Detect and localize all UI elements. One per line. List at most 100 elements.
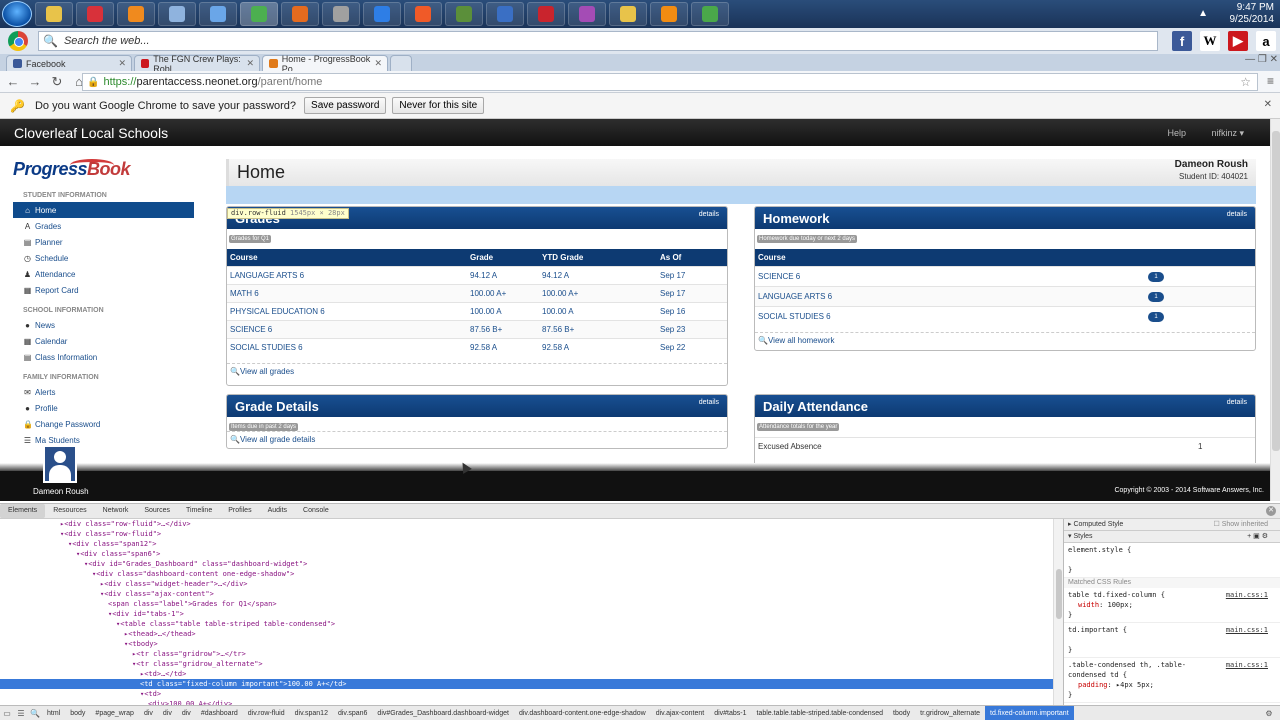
sidebar-item-news[interactable]: ● News	[13, 317, 194, 333]
breadcrumb-item[interactable]: html	[42, 710, 65, 717]
breadcrumb-item[interactable]: #page_wrap	[90, 710, 139, 717]
scrollbar-thumb[interactable]	[1056, 569, 1062, 619]
course-link[interactable]: SOCIAL STUDIES 6	[755, 306, 1145, 326]
roblox-taskbar-icon[interactable]	[76, 2, 114, 26]
devtools-tab-sources[interactable]: Sources	[136, 504, 178, 518]
rule-source-link[interactable]: main.css:1	[1226, 590, 1268, 600]
course-link[interactable]: SCIENCE 6	[755, 266, 1145, 287]
dom-node[interactable]: ▾<div id="tabs-1">	[0, 609, 1053, 619]
explorer-taskbar-icon[interactable]	[35, 2, 73, 26]
column-header[interactable]: Grade	[467, 249, 539, 267]
tab-progressbook[interactable]: Home - ProgressBook Po ✕	[262, 54, 388, 74]
dom-tree[interactable]: ▸<div class="row-fluid">…</div> ▾<div cla…	[0, 519, 1053, 705]
devtools-tab-timeline[interactable]: Timeline	[178, 504, 220, 518]
sidebar-item-schedule[interactable]: ◷ Schedule	[13, 250, 194, 266]
sidebar-item-calendar[interactable]: ▦ Calendar	[13, 333, 194, 349]
breadcrumb-item[interactable]: div#Grades_Dashboard.dashboard-widget	[372, 710, 514, 717]
rule-source-link[interactable]: main.css:1	[1226, 660, 1268, 670]
tab-youtube[interactable]: The FGN Crew Plays: Robl ✕	[134, 54, 260, 74]
dom-node[interactable]: <span class="label">Grades for Q1</span>	[0, 599, 1053, 609]
column-header[interactable]: YTD Grade	[539, 249, 657, 267]
css-rule[interactable]: table td.fixed-column { main.css:1 width…	[1064, 588, 1280, 623]
breadcrumb-item[interactable]: #dashboard	[196, 710, 243, 717]
breadcrumb-item[interactable]: tr.gridrow_alternate	[915, 710, 985, 717]
dom-node[interactable]: ▾<div id="Grades_Dashboard" class="dashb…	[0, 559, 1053, 569]
dom-node[interactable]: ▾<tr class="gridrow_alternate">	[0, 659, 1053, 669]
sidebar-item-planner[interactable]: ▤ Planner	[13, 234, 194, 250]
column-header[interactable]: As Of	[657, 249, 727, 267]
media-taskbar-icon[interactable]	[117, 2, 155, 26]
show-inherited-checkbox[interactable]: ☐ Show inherited	[1213, 519, 1268, 531]
breadcrumb-item[interactable]: tbody	[888, 710, 915, 717]
breadcrumb-item[interactable]: div.dashboard-content.one-edge-shadow	[514, 710, 651, 717]
add-rule-icon[interactable]: + ▣ ⚙	[1247, 531, 1268, 543]
breadcrumb-item[interactable]: div.span6	[333, 710, 372, 717]
sidebar-item-grades[interactable]: A Grades	[13, 218, 194, 234]
devtools-tab-profiles[interactable]: Profiles	[220, 504, 259, 518]
rule-source-link[interactable]: main.css:1	[1226, 625, 1268, 635]
course-link[interactable]: MATH 6	[227, 284, 467, 303]
close-infobar-icon[interactable]: ✕	[1264, 99, 1272, 110]
course-link[interactable]: SCIENCE 6	[227, 320, 467, 339]
sidebar-item-alerts[interactable]: ✉ Alerts	[13, 384, 194, 400]
orange-taskbar-icon[interactable]	[650, 2, 688, 26]
view-all-grade-details-link[interactable]: 🔍View all grade details	[227, 431, 727, 447]
dom-node[interactable]: <td class="fixed-column important">100.0…	[0, 679, 1053, 689]
ie-taskbar-icon[interactable]	[363, 2, 401, 26]
breadcrumb-item[interactable]: div.ajax-content	[651, 710, 710, 717]
breadcrumb-item[interactable]: table.table.table-striped.table-condense…	[752, 710, 888, 717]
page-scrollbar[interactable]	[1270, 119, 1280, 501]
course-link[interactable]: LANGUAGE ARTS 6	[227, 266, 467, 285]
dock-icon[interactable]: ☰	[14, 709, 28, 718]
forward-icon[interactable]: →	[26, 74, 44, 89]
tool-taskbar-icon[interactable]	[322, 2, 360, 26]
firefox-taskbar-icon[interactable]	[281, 2, 319, 26]
back-icon[interactable]: ←	[4, 74, 22, 89]
course-link[interactable]: LANGUAGE ARTS 6	[755, 286, 1145, 307]
count-badge[interactable]: 1	[1148, 312, 1164, 322]
window-controls[interactable]: — ❐ ✕	[1245, 54, 1278, 65]
tray-arrow-icon[interactable]: ▲	[1198, 8, 1208, 19]
element-style-rule[interactable]: element.style { }	[1064, 543, 1280, 578]
dom-node[interactable]: ▾<div class="row-fluid">	[0, 529, 1053, 539]
save-password-button[interactable]: Save password	[304, 97, 387, 114]
scrollbar-thumb[interactable]	[1272, 131, 1280, 451]
amazon-icon[interactable]: a	[1256, 31, 1276, 51]
avatar[interactable]	[43, 445, 77, 483]
dom-node[interactable]: ▾<table class="table table-striped table…	[0, 619, 1053, 629]
tab-facebook[interactable]: Facebook ✕	[6, 55, 132, 71]
details-link[interactable]: details	[1227, 399, 1247, 406]
close-tab-icon[interactable]: ✕	[246, 58, 254, 69]
course-link[interactable]: PHYSICAL EDUCATION 6	[227, 302, 467, 321]
sidebar-item-profile[interactable]: ● Profile	[13, 400, 194, 416]
start-button[interactable]	[2, 1, 32, 27]
console-toggle-icon[interactable]: ▭	[0, 709, 14, 718]
count-badge[interactable]: 1	[1148, 292, 1164, 302]
dom-scrollbar[interactable]	[1053, 519, 1063, 705]
dom-node[interactable]: ▾<div class="dashboard-content one-edge-…	[0, 569, 1053, 579]
new-tab-button[interactable]	[390, 55, 412, 71]
breadcrumb-item[interactable]: div	[177, 710, 196, 717]
system-clock[interactable]: 9:47 PM 9/25/2014	[1230, 2, 1275, 26]
wikipedia-icon[interactable]: W	[1200, 31, 1220, 51]
dom-node[interactable]: ▾<td>	[0, 689, 1053, 699]
devtools-tab-audits[interactable]: Audits	[260, 504, 295, 518]
dom-node[interactable]: ▾<tbody>	[0, 639, 1053, 649]
sidebar-item-change-password[interactable]: 🔒 Change Password	[13, 416, 194, 432]
window-taskbar-icon[interactable]	[199, 2, 237, 26]
dom-node[interactable]: ▸<thead>…</thead>	[0, 629, 1053, 639]
inspect-icon[interactable]: 🔍	[28, 709, 42, 718]
css-rule[interactable]: td.important { main.css:1 }	[1064, 623, 1280, 658]
details-link[interactable]: details	[1227, 211, 1247, 218]
dom-node[interactable]: ▸<tr class="gridrow">…</tr>	[0, 649, 1053, 659]
sidebar-item-home[interactable]: ⌂ Home	[13, 202, 194, 218]
bookmark-star-icon[interactable]: ☆	[1240, 75, 1251, 89]
view-all-homework-link[interactable]: 🔍View all homework	[755, 332, 1255, 348]
css-rule[interactable]: .table-condensed th, .table-condensed td…	[1064, 658, 1280, 703]
sidebar-item-attendance[interactable]: ♟ Attendance	[13, 266, 194, 282]
view-all-grades-link[interactable]: 🔍View all grades	[227, 362, 727, 379]
devtools-tab-elements[interactable]: Elements	[0, 504, 46, 518]
footer-student-name[interactable]: Dameon Roush	[33, 487, 89, 496]
dom-node[interactable]: ▾<div class="span6">	[0, 549, 1053, 559]
styles-section[interactable]: ▾ Styles + ▣ ⚙	[1064, 531, 1280, 543]
